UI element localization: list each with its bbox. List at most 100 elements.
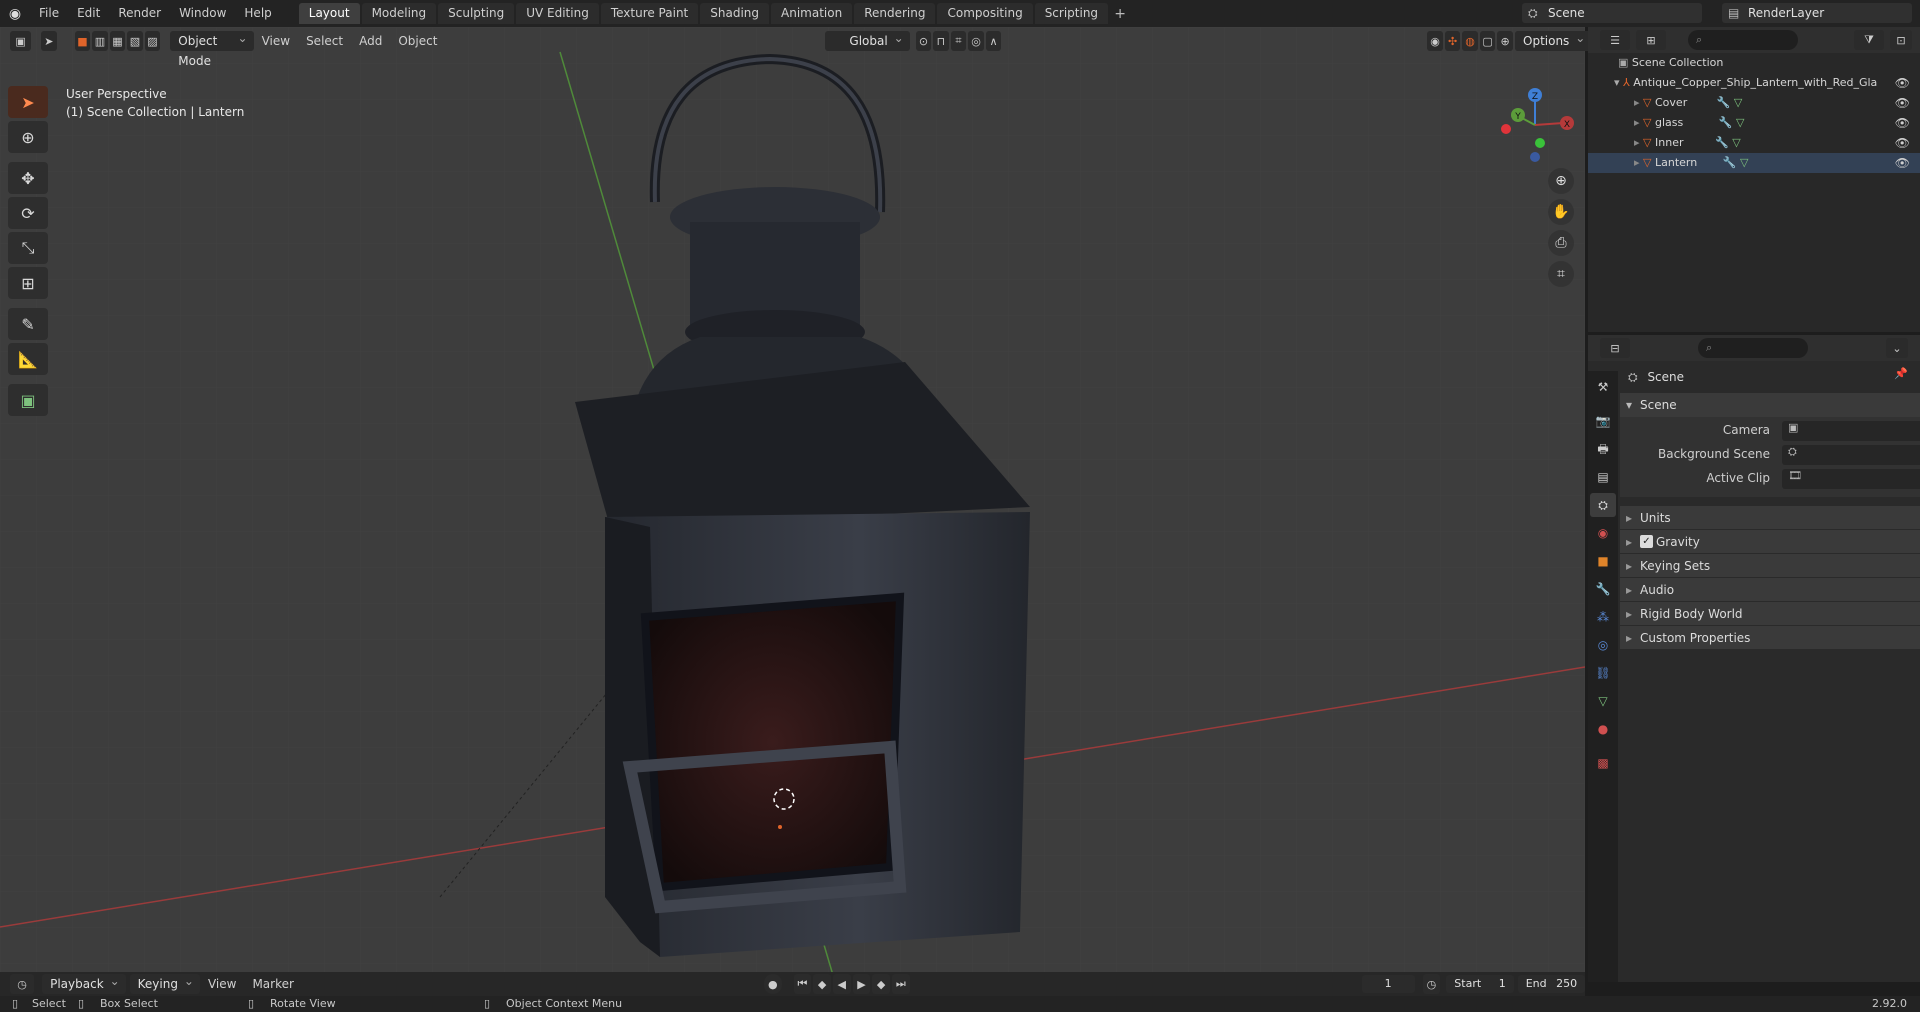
perspective-toggle-icon[interactable]: ⌗ — [1548, 261, 1574, 287]
units-panel-header[interactable]: ▸ Units — [1620, 505, 1920, 529]
tab-animation[interactable]: Animation — [771, 3, 853, 24]
world-tab-icon[interactable]: ◉ — [1590, 521, 1616, 545]
camera-view-icon[interactable]: ⎙ — [1548, 230, 1574, 256]
properties-editor-icon[interactable]: ⊟ — [1600, 338, 1630, 358]
filter-icon[interactable]: ⧩ — [1854, 30, 1884, 50]
outliner-item-glass[interactable]: ▸ ▽ glass 🔧 ▽ 👁 — [1588, 113, 1920, 133]
options-dropdown[interactable]: Options — [1515, 28, 1592, 51]
select-mode-extend-icon[interactable]: ▥ — [92, 31, 108, 51]
outliner-search-input[interactable]: ⌕ — [1688, 30, 1798, 50]
tab-compositing[interactable]: Compositing — [937, 3, 1033, 24]
next-keyframe-icon[interactable]: ◆ — [872, 974, 890, 994]
background-scene-field[interactable]: ⛭ — [1782, 445, 1920, 465]
rigid-body-world-panel-header[interactable]: ▸ Rigid Body World — [1620, 601, 1920, 625]
timeline-editor-icon[interactable]: ◷ — [10, 974, 35, 994]
auto-keying-icon[interactable]: ● — [763, 974, 782, 994]
select-box-tool[interactable]: ➤ — [8, 86, 48, 118]
select-mode-intersect-icon[interactable]: ▨ — [144, 31, 161, 51]
rotate-tool[interactable]: ⟳ — [8, 197, 48, 229]
outliner-item-cover[interactable]: ▸ ▽ Cover 🔧 ▽ 👁 — [1588, 93, 1920, 113]
pin-icon[interactable]: 📌 — [1894, 367, 1908, 380]
constraints-tab-icon[interactable]: ⛓ — [1590, 661, 1616, 685]
editor-type-icon[interactable]: ▣ — [10, 31, 32, 51]
play-icon[interactable]: ▶ — [852, 974, 871, 994]
view-layer-selector[interactable]: ▤ RenderLayer — [1722, 3, 1912, 23]
visibility-eye-icon[interactable]: 👁 — [1895, 73, 1910, 93]
menu-view[interactable]: View — [254, 31, 298, 51]
menu-help[interactable]: Help — [235, 0, 280, 27]
tab-texture-paint[interactable]: Texture Paint — [600, 3, 699, 24]
object-tab-icon[interactable]: ■ — [1590, 549, 1616, 573]
data-tab-icon[interactable]: ▽ — [1590, 689, 1616, 713]
scene-selector[interactable]: ⛭ Scene — [1522, 3, 1702, 23]
outliner-item-inner[interactable]: ▸ ▽ Inner 🔧 ▽ 👁 — [1588, 133, 1920, 153]
tab-sculpting[interactable]: Sculpting — [438, 3, 515, 24]
scale-tool[interactable]: ⤡ — [8, 232, 48, 264]
properties-options-icon[interactable]: ⌄ — [1886, 338, 1908, 358]
annotate-tool[interactable]: ✎ — [8, 308, 48, 340]
jump-start-icon[interactable]: ⏮ — [793, 974, 812, 994]
outliner-item-lantern[interactable]: ▸ ▽ Lantern 🔧 ▽ 👁 — [1588, 153, 1920, 173]
scene-tab-icon[interactable]: ⛭ — [1590, 493, 1616, 517]
proportional-edit-icon[interactable]: ◎ — [968, 31, 984, 51]
tab-layout[interactable]: Layout — [298, 3, 360, 24]
menu-window[interactable]: Window — [170, 0, 235, 27]
select-mode-subtract-icon[interactable]: ▦ — [109, 31, 126, 51]
properties-search-input[interactable]: ⌕ — [1698, 338, 1808, 358]
output-tab-icon[interactable]: 🖶 — [1590, 437, 1616, 461]
timeline-view-menu[interactable]: View — [200, 974, 244, 994]
overlay-toggle-icon[interactable]: ◍ — [1462, 31, 1478, 51]
move-tool[interactable]: ✥ — [8, 162, 48, 194]
menu-edit[interactable]: Edit — [68, 0, 109, 27]
new-collection-icon[interactable]: ⊡ — [1890, 30, 1912, 50]
visibility-icon[interactable]: ◉ — [1427, 31, 1443, 51]
end-frame-field[interactable]: End 250 — [1517, 975, 1586, 993]
material-tab-icon[interactable]: ● — [1590, 717, 1616, 741]
tab-modeling[interactable]: Modeling — [361, 3, 437, 24]
snap-target-icon[interactable]: ⌗ — [950, 31, 967, 51]
menu-file[interactable]: File — [30, 0, 68, 27]
navigation-gizmo[interactable]: Z X Y — [1490, 85, 1580, 165]
prev-keyframe-icon[interactable]: ◆ — [813, 974, 831, 994]
texture-tab-icon[interactable]: ▩ — [1590, 751, 1616, 775]
view-layer-tab-icon[interactable]: ▤ — [1590, 465, 1616, 489]
add-cube-tool[interactable]: ▣ — [8, 384, 48, 416]
transform-orientation-dropdown[interactable]: Global — [825, 28, 910, 51]
jump-end-icon[interactable]: ⏭ — [891, 974, 910, 994]
select-mode-invert-icon[interactable]: ▧ — [127, 31, 143, 51]
object-mode-dropdown[interactable]: Object Mode — [170, 28, 254, 68]
custom-properties-panel-header[interactable]: ▸ Custom Properties — [1620, 625, 1920, 649]
outliner-editor-icon[interactable]: ☰ — [1600, 30, 1630, 50]
scene-collection-row[interactable]: ▣ Scene Collection — [1588, 53, 1920, 73]
zoom-icon[interactable]: ⊕ — [1548, 168, 1574, 194]
tool-tab-icon[interactable]: ⚒ — [1590, 375, 1616, 399]
cursor-tool[interactable]: ⊕ — [8, 121, 48, 153]
3d-viewport[interactable] — [0, 27, 1585, 982]
camera-field[interactable]: ▣✒ — [1782, 421, 1920, 441]
render-tab-icon[interactable]: 📷 — [1590, 409, 1616, 433]
collection-row[interactable]: ▾ ⅄ Antique_Copper_Ship_Lantern_with_Red… — [1588, 73, 1920, 93]
start-frame-field[interactable]: Start 1 — [1446, 975, 1514, 993]
visibility-eye-icon[interactable]: 👁 — [1895, 133, 1910, 153]
tab-uv-editing[interactable]: UV Editing — [516, 3, 599, 24]
modifier-tab-icon[interactable]: 🔧 — [1590, 577, 1616, 601]
keying-dropdown[interactable]: Keying — [129, 971, 200, 994]
particles-tab-icon[interactable]: ⁂ — [1590, 605, 1616, 629]
gravity-panel-header[interactable]: ▸ ✓ Gravity — [1620, 529, 1920, 553]
snap-icon[interactable]: ⊓ — [933, 31, 949, 51]
play-reverse-icon[interactable]: ◀ — [832, 974, 851, 994]
select-tool-icon[interactable]: ➤ — [41, 31, 57, 51]
menu-render[interactable]: Render — [109, 0, 170, 27]
measure-tool[interactable]: 📐 — [8, 343, 48, 375]
menu-add[interactable]: Add — [351, 31, 390, 51]
transform-tool[interactable]: ⊞ — [8, 267, 48, 299]
playback-dropdown[interactable]: Playback — [42, 971, 126, 994]
pivot-point-icon[interactable]: ⊙ — [915, 31, 932, 51]
menu-object[interactable]: Object — [390, 31, 445, 51]
display-mode-icon[interactable]: ⊞ — [1636, 30, 1666, 50]
falloff-icon[interactable]: ∧ — [985, 31, 1002, 51]
audio-panel-header[interactable]: ▸ Audio — [1620, 577, 1920, 601]
select-mode-new-icon[interactable]: ■ — [74, 31, 91, 51]
wireframe-shading-icon[interactable]: ⊕ — [1497, 31, 1513, 51]
scene-panel-header[interactable]: ▾ Scene — [1620, 393, 1920, 417]
